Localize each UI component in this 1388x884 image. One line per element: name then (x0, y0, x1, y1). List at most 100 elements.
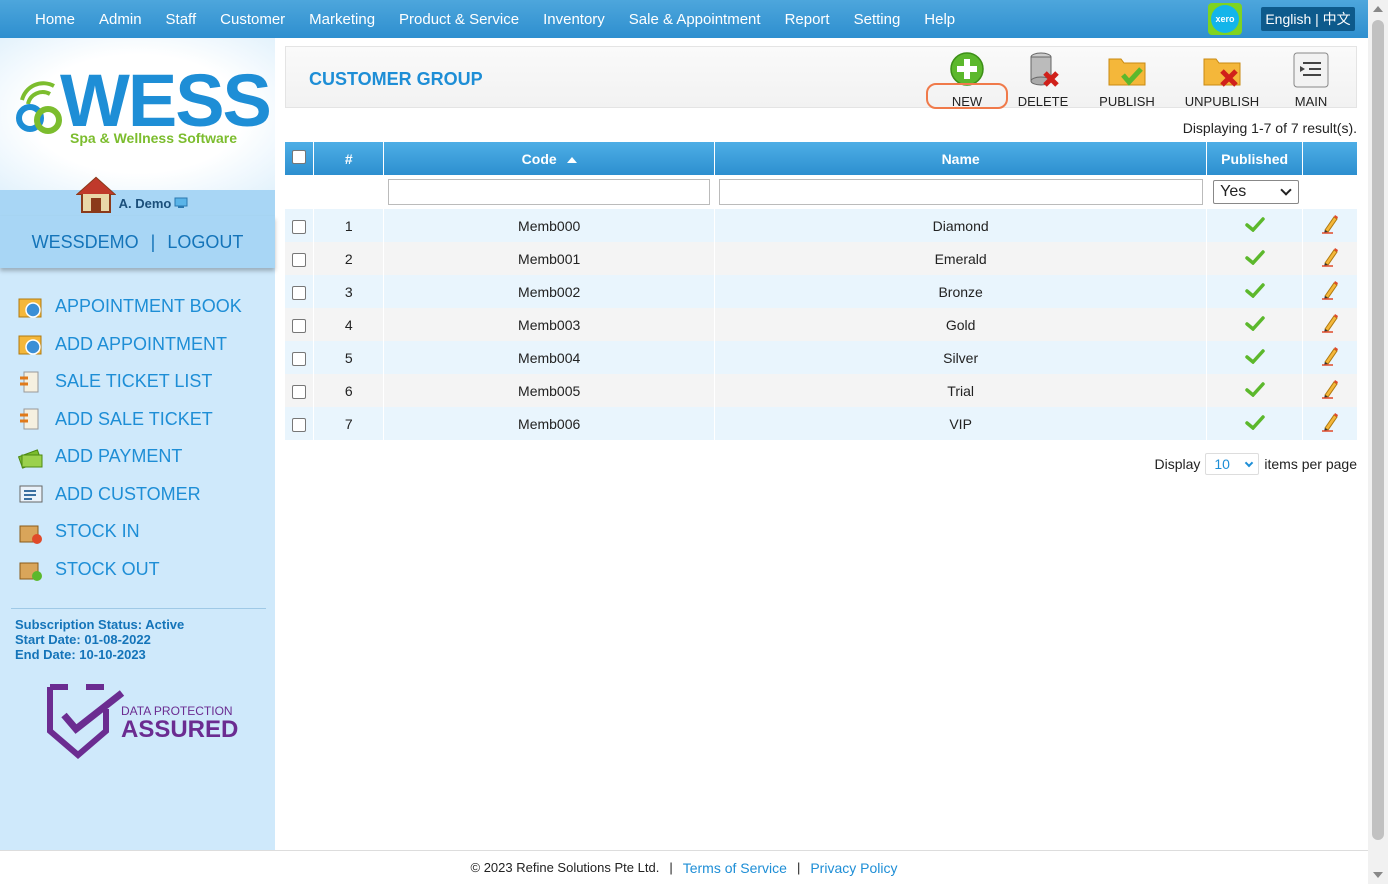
pencil-edit-icon (1321, 314, 1338, 333)
home-icon[interactable] (76, 176, 116, 214)
sidebar-item-appointment-book[interactable]: APPOINTMENT BOOK (18, 288, 242, 326)
nav-item-6[interactable]: Inventory (531, 11, 617, 28)
row-select-cell (285, 242, 315, 275)
subscription-status: Subscription Status: Active (15, 617, 185, 632)
row-select-cell (285, 275, 315, 308)
per-page-select[interactable]: 10 (1205, 453, 1260, 475)
table-row[interactable]: 4 Memb003 Gold (285, 308, 1357, 341)
row-published[interactable] (1206, 275, 1304, 308)
language-switch[interactable]: English | 中文 (1261, 7, 1355, 31)
nav-item-1[interactable]: Admin (87, 11, 154, 28)
sidebar-item-add-appointment[interactable]: ADD APPOINTMENT (18, 326, 242, 364)
row-published[interactable] (1206, 242, 1304, 275)
code-filter-input[interactable] (388, 179, 711, 205)
per-page-value: 10 (1214, 456, 1230, 472)
nav-item-9[interactable]: Setting (842, 11, 913, 28)
sidebar-item-stock-out[interactable]: STOCK OUT (18, 551, 242, 589)
row-checkbox[interactable] (292, 384, 307, 399)
nav-item-8[interactable]: Report (773, 11, 842, 28)
row-edit[interactable] (1302, 242, 1357, 275)
row-checkbox[interactable] (292, 417, 307, 432)
nav-item-10[interactable]: Help (912, 11, 967, 28)
sidebar-item-label: ADD CUSTOMER (55, 483, 201, 504)
row-code: Memb006 (383, 407, 716, 440)
row-name: Emerald (714, 242, 1208, 275)
xero-button[interactable]: xero (1208, 3, 1242, 35)
main-label: MAIN (1294, 94, 1328, 109)
row-edit[interactable] (1302, 341, 1357, 374)
row-published[interactable] (1206, 341, 1304, 374)
row-published[interactable] (1206, 209, 1304, 242)
delete-button[interactable]: DELETE (1016, 51, 1070, 109)
row-published[interactable] (1206, 308, 1304, 341)
row-published[interactable] (1206, 374, 1304, 407)
ticket-list-icon (20, 371, 39, 393)
nav-item-5[interactable]: Product & Service (387, 11, 531, 28)
table-row[interactable]: 3 Memb002 Bronze (285, 275, 1357, 308)
row-num: 2 (313, 242, 385, 275)
row-checkbox[interactable] (292, 318, 307, 333)
nav-item-7[interactable]: Sale & Appointment (617, 11, 773, 28)
unpublish-button[interactable]: UNPUBLISH (1184, 51, 1260, 109)
table-row[interactable]: 1 Memb000 Diamond (285, 209, 1357, 242)
unpublish-label: UNPUBLISH (1184, 94, 1260, 109)
sidebar-item-add-payment[interactable]: ADD PAYMENT (18, 438, 242, 476)
row-num: 1 (313, 209, 385, 242)
main-button[interactable]: MAIN (1286, 51, 1336, 109)
row-select-cell (285, 209, 315, 242)
row-edit[interactable] (1302, 275, 1357, 308)
vertical-scrollbar[interactable] (1368, 0, 1388, 884)
row-checkbox[interactable] (292, 219, 307, 234)
row-edit[interactable] (1302, 374, 1357, 407)
published-filter-select[interactable]: Yes (1213, 180, 1300, 204)
xero-icon: xero (1211, 5, 1239, 33)
table-row[interactable]: 7 Memb006 VIP (285, 407, 1357, 440)
row-edit[interactable] (1302, 407, 1357, 440)
row-name: Bronze (714, 275, 1208, 308)
money-icon (18, 449, 43, 469)
scroll-up-icon[interactable] (1373, 6, 1383, 12)
published-filter-value: Yes (1220, 183, 1247, 200)
row-name: VIP (714, 407, 1208, 440)
wess-logo[interactable]: WESS Spa & Wellness Software (0, 38, 275, 190)
privacy-link[interactable]: Privacy Policy (810, 860, 897, 876)
row-num: 4 (313, 308, 385, 341)
footer-separator: | (669, 860, 673, 875)
publish-label: PUBLISH (1099, 94, 1155, 109)
nav-menu: Home Admin Staff Customer Marketing Product &… (23, 11, 967, 28)
scroll-down-icon[interactable] (1373, 872, 1383, 878)
col-published-header[interactable]: Published (1206, 142, 1304, 175)
row-checkbox[interactable] (292, 351, 307, 366)
table-row[interactable]: 5 Memb004 Silver (285, 341, 1357, 374)
publish-button[interactable]: PUBLISH (1098, 51, 1156, 109)
pencil-edit-icon (1321, 347, 1338, 366)
row-published[interactable] (1206, 407, 1304, 440)
account-link[interactable]: WESSDEMO (32, 232, 139, 253)
nav-item-2[interactable]: Staff (154, 11, 209, 28)
nav-item-4[interactable]: Marketing (297, 11, 387, 28)
table-row[interactable]: 2 Memb001 Emerald (285, 242, 1357, 275)
sidebar-item-stock-in[interactable]: STOCK IN (18, 513, 242, 551)
terms-link[interactable]: Terms of Service (683, 860, 787, 876)
scroll-thumb[interactable] (1372, 20, 1384, 840)
col-name-header[interactable]: Name (714, 142, 1208, 175)
row-checkbox[interactable] (292, 285, 307, 300)
row-edit[interactable] (1302, 308, 1357, 341)
select-all-checkbox[interactable] (292, 150, 307, 164)
sidebar-item-sale-ticket-list[interactable]: SALE TICKET LIST (18, 363, 242, 401)
nav-item-3[interactable]: Customer (208, 11, 297, 28)
nav-item-0[interactable]: Home (23, 11, 87, 28)
row-checkbox[interactable] (292, 252, 307, 267)
user-bar: A. Demo (0, 190, 275, 216)
page-toolbar: CUSTOMER GROUP NEW DELETE PUBLISH UNPUBL… (285, 46, 1357, 109)
sort-asc-icon (566, 156, 577, 163)
sidebar-item-add-sale-ticket[interactable]: ADD SALE TICKET (18, 401, 242, 439)
logout-link[interactable]: LOGOUT (167, 232, 243, 253)
table-row[interactable]: 6 Memb005 Trial (285, 374, 1357, 407)
sidebar-item-add-customer[interactable]: ADD CUSTOMER (18, 476, 242, 514)
row-edit[interactable] (1302, 209, 1357, 242)
row-select-cell (285, 407, 315, 440)
select-all-header (285, 142, 315, 175)
col-code-header[interactable]: Code (383, 142, 716, 175)
name-filter-input[interactable] (718, 179, 1203, 205)
